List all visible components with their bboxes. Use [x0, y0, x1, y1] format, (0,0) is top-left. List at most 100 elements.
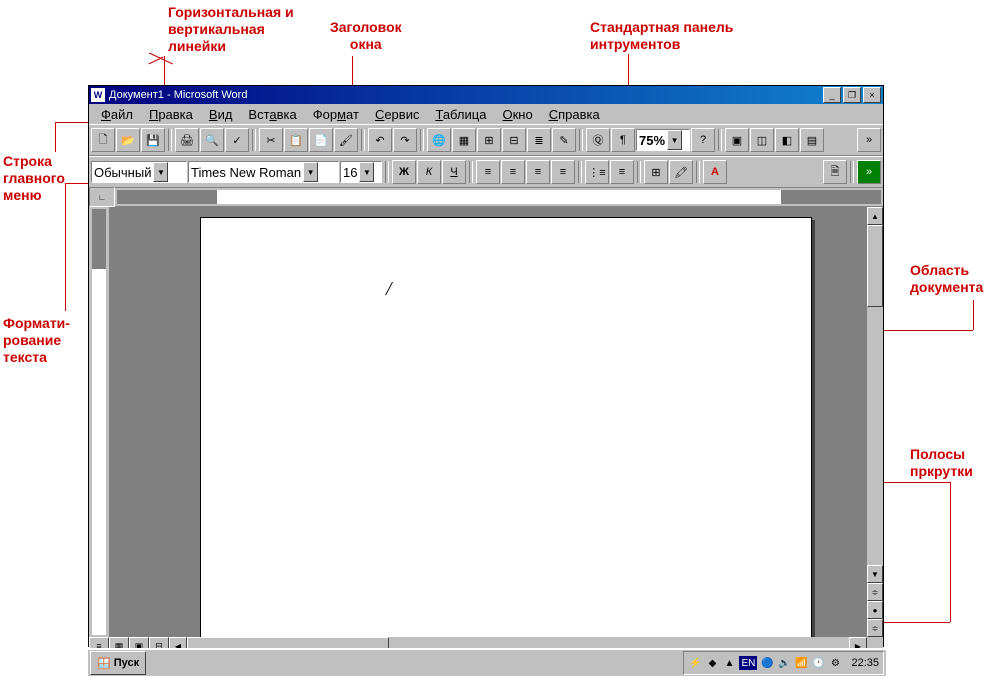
annotation-toolbar: Стандартная панель интрументов	[590, 19, 733, 53]
separator	[579, 129, 583, 151]
separator	[385, 161, 389, 183]
highlight-button[interactable]: 🖍	[669, 160, 693, 184]
undo-button[interactable]: ↶	[368, 128, 392, 152]
start-button[interactable]: 🪟Пуск	[90, 651, 146, 675]
menu-view[interactable]: Вид	[201, 105, 241, 124]
align-left-button[interactable]: ≡	[476, 160, 500, 184]
font-combo[interactable]: Times New Roman▼	[188, 161, 339, 183]
separator	[637, 161, 641, 183]
extra-green-button[interactable]: »	[857, 160, 881, 184]
scroll-thumb[interactable]	[867, 225, 883, 307]
excel-button[interactable]: ⊟	[502, 128, 526, 152]
standard-toolbar: 🗋 📂 💾 🖨 🔍 ✓ ✂ 📋 📄 🖌 ↶ ↷ 🌐 ▦ ⊞ ⊟ ≣ ✎ Ⓠ ¶ …	[89, 124, 883, 156]
pilcrow-button[interactable]: ¶	[611, 128, 635, 152]
toolbar-options[interactable]: »	[857, 128, 881, 152]
annotation-rulers: Горизонтальная и вертикальная линейки	[168, 4, 294, 54]
copy-button[interactable]: 📋	[284, 128, 308, 152]
system-tray: ⚡ ◆ ▲ EN 🔵 🔊 📶 🕐 ⚙ 22:35	[683, 651, 884, 675]
style-combo[interactable]: Обычный▼	[91, 161, 187, 183]
menu-help[interactable]: Справка	[541, 105, 608, 124]
superscript-button[interactable]: 🗎	[823, 160, 847, 184]
annotation-menu: Строка главного меню	[3, 153, 65, 203]
print-button[interactable]: 🖨	[175, 128, 199, 152]
open-button[interactable]: 📂	[116, 128, 140, 152]
preview-button[interactable]: 🔍	[200, 128, 224, 152]
menu-tools[interactable]: Сервис	[367, 105, 428, 124]
app-icon: W	[91, 88, 105, 102]
separator	[850, 161, 854, 183]
help-button[interactable]: ?	[691, 128, 715, 152]
menu-format[interactable]: Формат	[305, 105, 367, 124]
prev-page-button[interactable]: ≑	[867, 583, 883, 601]
bold-button[interactable]: Ж	[392, 160, 416, 184]
columns-button[interactable]: ≣	[527, 128, 551, 152]
tray-icon[interactable]: 🔵	[760, 656, 774, 670]
separator	[168, 129, 172, 151]
cut-button[interactable]: ✂	[259, 128, 283, 152]
extra3-button[interactable]: ◧	[775, 128, 799, 152]
new-button[interactable]: 🗋	[91, 128, 115, 152]
scroll-up-button[interactable]: ▲	[867, 207, 883, 225]
extra2-button[interactable]: ◫	[750, 128, 774, 152]
format-painter-button[interactable]: 🖌	[334, 128, 358, 152]
tray-icon[interactable]: ◆	[705, 656, 719, 670]
align-center-button[interactable]: ≡	[501, 160, 525, 184]
separator	[578, 161, 582, 183]
save-button[interactable]: 💾	[141, 128, 165, 152]
redo-button[interactable]: ↷	[393, 128, 417, 152]
separator	[361, 129, 365, 151]
borders-button[interactable]: ⊞	[644, 160, 668, 184]
document-canvas[interactable]: /	[110, 207, 866, 637]
hyperlink-button[interactable]: 🌐	[427, 128, 451, 152]
annotation-line	[65, 183, 66, 311]
close-button[interactable]: ×	[863, 87, 881, 103]
font-color-button[interactable]: A	[703, 160, 727, 184]
docmap-button[interactable]: Ⓠ	[586, 128, 610, 152]
language-indicator[interactable]: EN	[739, 656, 757, 670]
zoom-combo[interactable]: 75%▼	[636, 129, 690, 151]
spellcheck-button[interactable]: ✓	[225, 128, 249, 152]
separator	[696, 161, 700, 183]
tray-icon[interactable]: ▲	[722, 656, 736, 670]
menubar: Файл Правка Вид Вставка Формат Сервис Та…	[89, 104, 883, 124]
tray-icon[interactable]: 🕐	[811, 656, 825, 670]
next-page-button[interactable]: ≑	[867, 619, 883, 637]
taskbar: 🪟Пуск ⚡ ◆ ▲ EN 🔵 🔊 📶 🕐 ⚙ 22:35	[88, 648, 886, 676]
page[interactable]: /	[200, 217, 812, 637]
paste-button[interactable]: 📄	[309, 128, 333, 152]
ruler-corner[interactable]: ∟	[89, 187, 115, 207]
tray-icon[interactable]: 📶	[794, 656, 808, 670]
underline-button[interactable]: Ч	[442, 160, 466, 184]
extra1-button[interactable]: ▣	[725, 128, 749, 152]
menu-insert[interactable]: Вставка	[240, 105, 304, 124]
tray-icon[interactable]: ⚙	[828, 656, 842, 670]
vertical-ruler[interactable]	[89, 207, 110, 637]
tables-button[interactable]: ▦	[452, 128, 476, 152]
vertical-scrollbar[interactable]: ▲ ▼ ≑ ● ≑	[866, 207, 883, 637]
menu-edit[interactable]: Правка	[141, 105, 201, 124]
clock[interactable]: 22:35	[851, 657, 879, 669]
tray-icon[interactable]: ⚡	[688, 656, 702, 670]
numbering-button[interactable]: ≡	[610, 160, 634, 184]
menu-window[interactable]: Окно	[494, 105, 540, 124]
bullets-button[interactable]: ⋮≡	[585, 160, 609, 184]
italic-button[interactable]: К	[417, 160, 441, 184]
size-combo[interactable]: 16▼	[340, 161, 382, 183]
horizontal-ruler[interactable]: ∟	[89, 188, 883, 207]
extra4-button[interactable]: ▤	[800, 128, 824, 152]
drawing-button[interactable]: ✎	[552, 128, 576, 152]
tray-icon[interactable]: 🔊	[777, 656, 791, 670]
titlebar[interactable]: W Документ1 - Microsoft Word _ ❐ ×	[89, 86, 883, 104]
align-right-button[interactable]: ≡	[526, 160, 550, 184]
formatting-toolbar: Обычный▼ Times New Roman▼ 16▼ Ж К Ч ≡ ≡ …	[89, 156, 883, 188]
menu-file[interactable]: Файл	[93, 105, 141, 124]
restore-button[interactable]: ❐	[843, 87, 861, 103]
menu-table[interactable]: Таблица	[427, 105, 494, 124]
justify-button[interactable]: ≡	[551, 160, 575, 184]
insert-table-button[interactable]: ⊞	[477, 128, 501, 152]
titlebar-text: Документ1 - Microsoft Word	[109, 89, 247, 101]
browse-object-button[interactable]: ●	[867, 601, 883, 619]
minimize-button[interactable]: _	[823, 87, 841, 103]
annotation-scrollbars: Полосы пркрутки	[910, 446, 973, 480]
scroll-down-button[interactable]: ▼	[867, 565, 883, 583]
